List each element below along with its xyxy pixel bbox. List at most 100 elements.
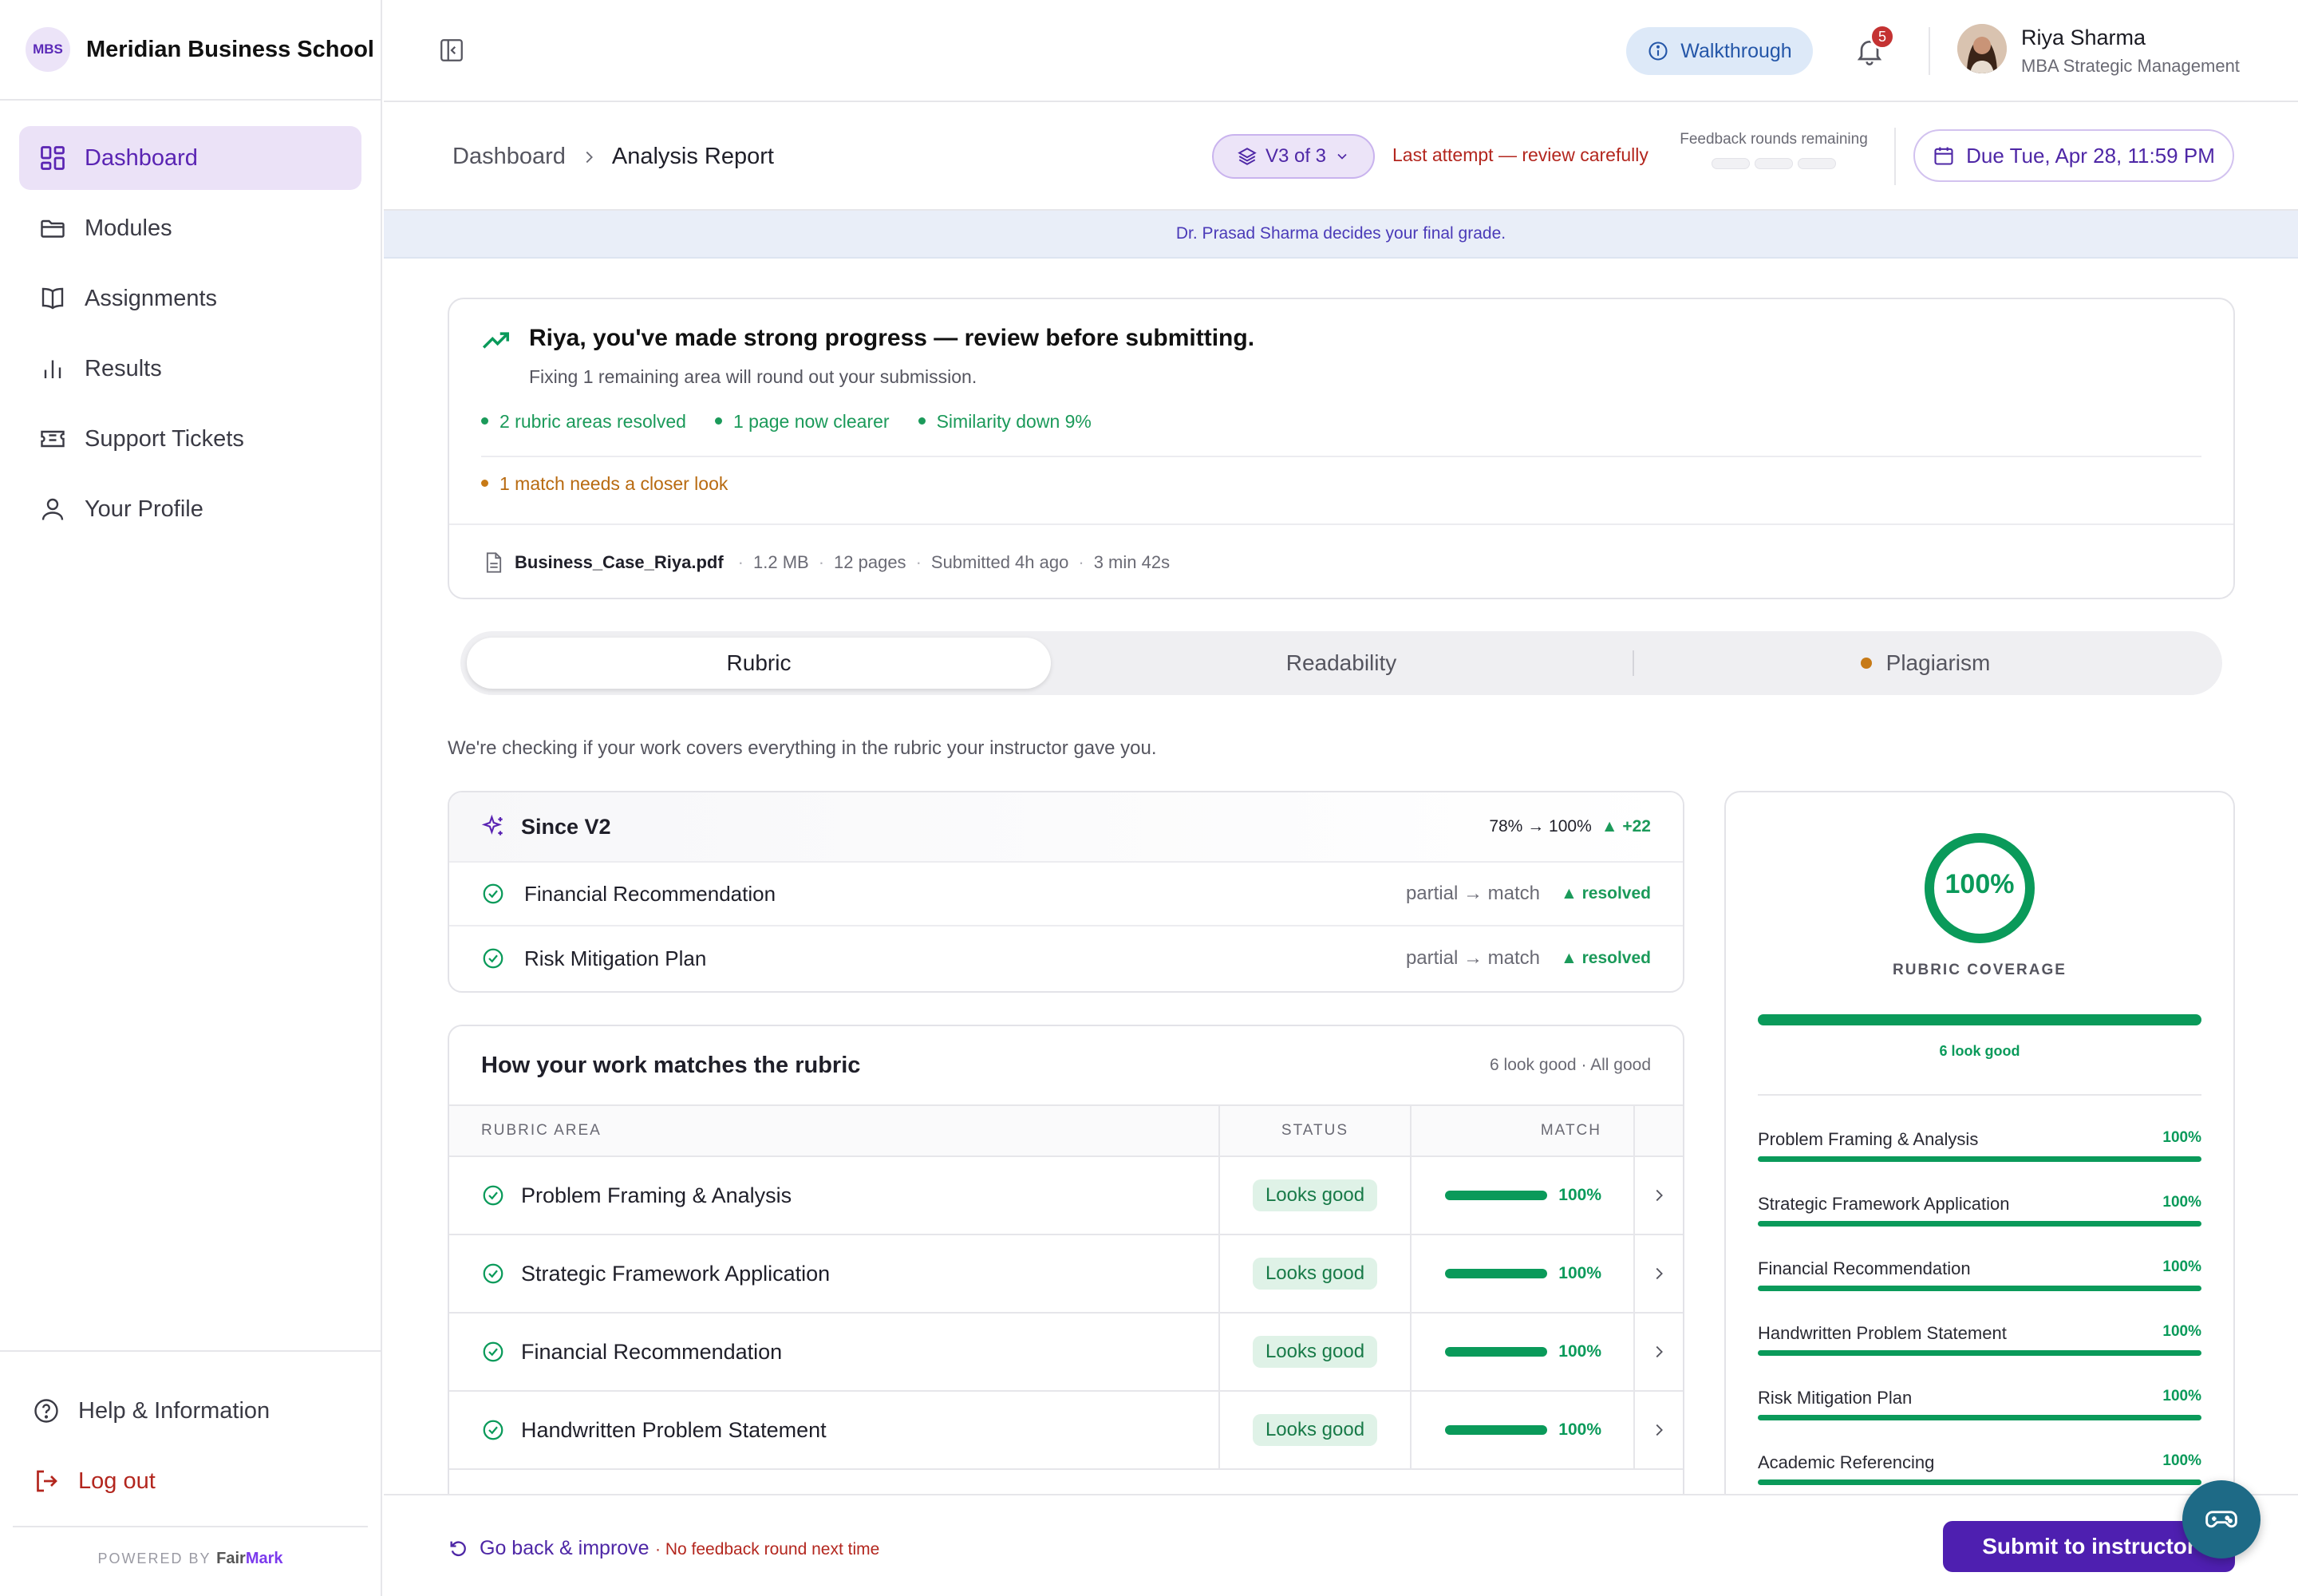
since-previous-card: Since V2 78% → 100% ▲ +22 Financial Recom… xyxy=(448,791,1684,993)
coverage-item-pct: 100% xyxy=(2162,1129,2201,1146)
file-duration: 3 min 42s xyxy=(1093,551,1171,572)
sidebar-item-support-tickets[interactable]: Support Tickets xyxy=(19,407,361,471)
tab-label: Rubric xyxy=(726,650,792,675)
walkthrough-label: Walkthrough xyxy=(1680,39,1792,62)
check-circle-icon xyxy=(483,1420,503,1440)
logout-button[interactable]: Log out xyxy=(32,1446,349,1516)
match-percent: 100% xyxy=(1558,1186,1601,1204)
since-row: Risk Mitigation Plan partial → match ▲ r… xyxy=(449,926,1683,990)
help-link[interactable]: Help & Information xyxy=(32,1376,349,1446)
progress-subtitle: Fixing 1 remaining area will round out y… xyxy=(529,366,977,387)
coverage-item: Financial Recommendation 100% xyxy=(1758,1258,2201,1323)
expand-cell[interactable] xyxy=(1633,1235,1683,1312)
table-row[interactable]: Strategic Framework Application Looks go… xyxy=(449,1235,1683,1314)
progress-chip: 2 rubric areas resolved xyxy=(481,411,686,433)
file-submitted: Submitted 4h ago xyxy=(930,551,1069,572)
tab-rubric[interactable]: Rubric xyxy=(467,638,1051,689)
separator-dot: · xyxy=(1078,551,1084,572)
rubric-area: Financial Recommendation xyxy=(521,1339,783,1364)
separator-dot: · xyxy=(818,551,825,572)
bar-chart-icon xyxy=(44,360,61,378)
user-name: Riya Sharma xyxy=(2021,26,2146,49)
match-bar xyxy=(1445,1269,1548,1278)
match-table-title: How your work matches the rubric xyxy=(481,1052,861,1078)
chevron-right-icon xyxy=(1656,1267,1663,1280)
due-date-badge[interactable]: Due Tue, Apr 28, 11:59 PM xyxy=(1913,129,2234,182)
trending-up-icon xyxy=(482,332,509,349)
tab-label: Readability xyxy=(1285,650,1397,675)
sidebar-item-assignments[interactable]: Assignments xyxy=(19,267,361,330)
avatar-image xyxy=(1957,24,2007,73)
chevron-right-icon xyxy=(1656,1189,1663,1202)
calendar-icon xyxy=(1934,147,1953,165)
file-icon xyxy=(486,551,502,573)
table-row[interactable]: Handwritten Problem Statement Looks good… xyxy=(449,1392,1683,1470)
match-cell: 100% xyxy=(1410,1392,1633,1468)
file-name[interactable]: Business_Case_Riya.pdf xyxy=(515,552,724,573)
analysis-tabs: Rubric Readability Plagiarism xyxy=(460,631,2222,695)
breadcrumb-dashboard[interactable]: Dashboard xyxy=(452,144,566,170)
sidebar-item-modules[interactable]: Modules xyxy=(19,196,361,260)
help-label: Help & Information xyxy=(78,1397,270,1424)
notification-badge: 5 xyxy=(1870,24,1895,49)
sidebar-collapse-icon[interactable] xyxy=(438,37,465,64)
table-row[interactable]: Problem Framing & Analysis Looks good 10… xyxy=(449,1157,1683,1235)
match-bar xyxy=(1445,1425,1548,1435)
coverage-item: Problem Framing & Analysis 100% xyxy=(1758,1129,2201,1194)
coverage-item-bar xyxy=(1758,1350,2201,1356)
coverage-value: 100% xyxy=(1945,869,2015,899)
version-label: V3 of 3 xyxy=(1265,145,1327,167)
tab-readability[interactable]: Readability xyxy=(1049,638,1633,689)
column-spacer xyxy=(1633,1106,1683,1156)
since-row-change: partial → match xyxy=(1405,883,1540,904)
coverage-item-pct: 100% xyxy=(2162,1452,2201,1469)
ticket-icon xyxy=(41,430,65,448)
version-selector[interactable]: V3 of 3 xyxy=(1212,134,1375,179)
status-badge: Looks good xyxy=(1252,1179,1378,1211)
grade-banner: Dr. Prasad Sharma decides your final gra… xyxy=(384,211,2298,259)
sidebar-item-label: Your Profile xyxy=(85,496,203,522)
dashboard-icon xyxy=(41,146,65,170)
separator-dot: · xyxy=(737,551,744,572)
since-change-value: 78% → 100% xyxy=(1489,817,1592,836)
sidebar-item-dashboard[interactable]: Dashboard xyxy=(19,126,361,190)
chevron-right-icon xyxy=(1656,1424,1663,1436)
sidebar: MBS Meridian Business School Dashboard M… xyxy=(0,0,382,1596)
info-icon xyxy=(1648,41,1668,61)
coverage-item-bar xyxy=(1758,1286,2201,1291)
walkthrough-button[interactable]: Walkthrough xyxy=(1626,27,1813,75)
since-row: Financial Recommendation partial → match… xyxy=(449,863,1683,926)
sidebar-bottom: Help & Information Log out xyxy=(0,1350,381,1516)
table-row[interactable]: Financial Recommendation Looks good 100% xyxy=(449,1314,1683,1392)
since-row-name: Risk Mitigation Plan xyxy=(524,946,707,970)
coverage-item-pct: 100% xyxy=(2162,1194,2201,1211)
powered-brand-part1: Fair xyxy=(216,1550,246,1567)
progress-chip: Similarity down 9% xyxy=(918,411,1092,433)
expand-cell[interactable] xyxy=(1633,1314,1683,1390)
coverage-item: Handwritten Problem Statement 100% xyxy=(1758,1323,2201,1388)
sidebar-item-your-profile[interactable]: Your Profile xyxy=(19,477,361,541)
rubric-area-cell: Financial Recommendation xyxy=(449,1340,1218,1365)
sidebar-item-label: Dashboard xyxy=(85,144,198,171)
avatar[interactable] xyxy=(1957,24,2007,73)
sidebar-item-results[interactable]: Results xyxy=(19,337,361,401)
folder-icon xyxy=(41,219,65,238)
help-chat-button[interactable] xyxy=(2182,1480,2260,1558)
due-date-label: Due Tue, Apr 28, 11:59 PM xyxy=(1966,143,2215,168)
school-logo: MBS xyxy=(26,27,70,72)
expand-cell[interactable] xyxy=(1633,1392,1683,1468)
user-role: MBA Strategic Management xyxy=(2021,56,2240,76)
column-header: RUBRIC AREA xyxy=(481,1122,602,1139)
sidebar-item-label: Support Tickets xyxy=(85,425,244,452)
coverage-item-name: Problem Framing & Analysis xyxy=(1758,1129,1979,1149)
tab-plagiarism[interactable]: Plagiarism xyxy=(1633,638,2217,689)
file-info: Business_Case_Riya.pdf · 1.2 MB · 12 pag… xyxy=(449,523,2233,599)
rubric-area: Strategic Framework Application xyxy=(521,1261,831,1286)
go-back-improve-button[interactable]: Go back & improve xyxy=(448,1537,650,1560)
school-name: Meridian Business School xyxy=(86,36,374,62)
sidebar-item-label: Modules xyxy=(85,215,172,241)
chevron-right-icon xyxy=(1656,1345,1663,1358)
expand-cell[interactable] xyxy=(1633,1157,1683,1234)
round-bar xyxy=(1798,158,1836,169)
coverage-item-bar xyxy=(1758,1479,2201,1485)
